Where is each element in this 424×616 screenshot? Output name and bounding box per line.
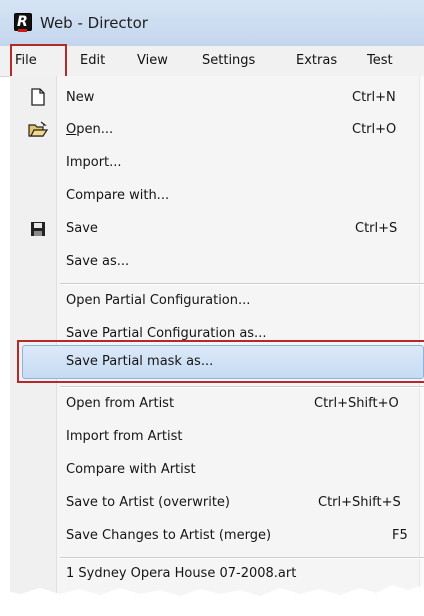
window-title: Web - Director xyxy=(40,14,148,32)
menu-item-save[interactable]: Save xyxy=(66,221,98,236)
menu-item-save-partial-configuration-as[interactable]: Save Partial Configuration as... xyxy=(66,326,266,341)
open-folder-icon xyxy=(28,121,48,137)
menu-item-open-partial-configuration[interactable]: Open Partial Configuration... xyxy=(66,293,250,308)
menu-settings[interactable]: Settings xyxy=(202,53,255,68)
menu-extras[interactable]: Extras xyxy=(296,53,337,68)
shortcut-open: Ctrl+O xyxy=(352,122,397,137)
menu-item-save-to-artist-overwrite[interactable]: Save to Artist (overwrite) xyxy=(66,495,230,510)
shortcut-save: Ctrl+S xyxy=(355,221,398,236)
menu-separator xyxy=(60,283,424,285)
menu-view[interactable]: View xyxy=(137,53,168,68)
menu-item-save-partial-mask-as[interactable]: Save Partial mask as... xyxy=(66,354,213,369)
save-disk-icon xyxy=(31,222,45,236)
shortcut-save-changes: F5 xyxy=(392,528,408,543)
app-logo-icon: R xyxy=(14,13,32,32)
shortcut-save-to-artist: Ctrl+Shift+S xyxy=(318,495,401,510)
menu-item-new[interactable]: New xyxy=(66,90,94,105)
shortcut-new: Ctrl+N xyxy=(352,90,396,105)
menu-item-open[interactable]: Open... xyxy=(66,122,113,137)
menu-separator xyxy=(60,557,424,559)
new-document-icon xyxy=(31,88,45,106)
window-edge xyxy=(419,76,424,596)
menu-item-import[interactable]: Import... xyxy=(66,155,122,170)
menu-item-compare-with-artist[interactable]: Compare with Artist xyxy=(66,462,196,477)
application-window: R Web - Director File Edit View Settings… xyxy=(0,0,424,596)
menu-item-recent-file-1[interactable]: 1 Sydney Opera House 07-2008.art xyxy=(66,566,296,581)
shortcut-open-from-artist: Ctrl+Shift+O xyxy=(314,396,399,411)
title-bar: R Web - Director xyxy=(0,0,424,47)
menu-item-import-from-artist[interactable]: Import from Artist xyxy=(66,429,182,444)
menu-item-open-from-artist[interactable]: Open from Artist xyxy=(66,396,174,411)
menu-separator xyxy=(60,386,424,388)
menu-item-save-changes-to-artist-merge[interactable]: Save Changes to Artist (merge) xyxy=(66,528,271,543)
menu-item-save-as[interactable]: Save as... xyxy=(66,254,129,269)
menu-edit[interactable]: Edit xyxy=(80,53,105,68)
menu-item-compare-with[interactable]: Compare with... xyxy=(66,188,169,203)
menu-test[interactable]: Test xyxy=(367,53,393,68)
